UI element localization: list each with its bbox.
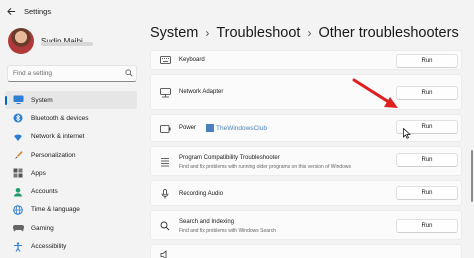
bluetooth-icon [12, 112, 24, 124]
watermark-logo-icon [206, 124, 214, 132]
wifi-icon [12, 131, 24, 143]
sidebar: Sudip Majhi Find a setting System Blueto… [0, 22, 142, 258]
apps-icon [12, 167, 24, 179]
sidebar-item-system[interactable]: System [5, 91, 137, 110]
sidebar-item-label: Bluetooth & devices [31, 114, 89, 122]
keyboard-icon [159, 54, 171, 66]
sidebar-item-label: Gaming [31, 224, 54, 232]
page-title: Other troubleshooters [318, 25, 459, 41]
microphone-icon [159, 188, 171, 200]
breadcrumb-system[interactable]: System [150, 25, 198, 41]
troubleshooter-row-keyboard: Keyboard Run [150, 50, 462, 70]
troubleshooter-title: Search and Indexing [179, 219, 235, 225]
scrollbar[interactable] [471, 150, 473, 202]
speaker-icon [159, 249, 171, 258]
list-icon [159, 156, 171, 168]
sidebar-item-accounts[interactable]: Accounts [5, 182, 137, 200]
sidebar-item-label: Accounts [31, 188, 58, 196]
network-adapter-icon [159, 87, 171, 99]
nav-list: System Bluetooth & devices Network & int… [5, 91, 137, 256]
run-search-indexing-button[interactable]: Run [396, 219, 458, 233]
chevron-right-icon: › [205, 26, 210, 40]
troubleshooter-title: Program Compatibility Troubleshooter [179, 155, 280, 161]
troubleshooter-title: Network Adapter [179, 89, 224, 95]
sidebar-item-accessibility[interactable]: Accessibility [5, 237, 137, 255]
run-recording-audio-button[interactable]: Run [396, 186, 458, 200]
troubleshooter-row-program-compatibility: Program Compatibility Troubleshooter Fin… [150, 146, 462, 176]
sidebar-item-label: Personalization [31, 151, 76, 159]
title-bar: Settings [0, 0, 474, 22]
monitor-icon [12, 94, 24, 106]
sidebar-item-bluetooth[interactable]: Bluetooth & devices [5, 109, 137, 127]
person-icon [12, 186, 24, 198]
search-placeholder: Find a setting [13, 70, 53, 77]
watermark-text: TheWindowsClub [216, 124, 267, 132]
breadcrumb-troubleshoot[interactable]: Troubleshoot [216, 25, 300, 41]
chevron-right-icon: › [307, 26, 312, 40]
sidebar-item-label: Time & language [31, 206, 80, 214]
back-arrow-icon[interactable] [0, 0, 22, 22]
search-input[interactable]: Find a setting [7, 65, 137, 82]
sidebar-item-label: System [31, 96, 53, 104]
sidebar-item-gaming[interactable]: Gaming [5, 219, 137, 237]
troubleshooter-title: Recording Audio [179, 191, 224, 197]
sidebar-item-network[interactable]: Network & internet [5, 128, 137, 146]
gamepad-icon [12, 222, 24, 234]
watermark: TheWindowsClub [206, 124, 267, 132]
troubleshooter-row-recording-audio: Recording Audio Run [150, 180, 462, 206]
run-program-compatibility-button[interactable]: Run [396, 153, 458, 167]
troubleshooter-description: Find and fix problems with Windows Searc… [179, 228, 276, 234]
troubleshooter-description: Find and fix problems with running older… [179, 164, 352, 170]
window-title: Settings [24, 6, 52, 16]
user-profile[interactable]: Sudip Majhi [8, 28, 83, 54]
search-icon [159, 220, 171, 232]
run-keyboard-button[interactable]: Run [396, 54, 458, 68]
power-icon [159, 123, 171, 135]
sidebar-item-label: Accessibility [31, 243, 67, 251]
globe-icon [12, 204, 24, 216]
troubleshooter-row-partial [150, 244, 462, 258]
sidebar-item-time-language[interactable]: Time & language [5, 201, 137, 219]
sidebar-item-label: Network & internet [31, 133, 85, 141]
search-icon [122, 68, 136, 79]
breadcrumb: System › Troubleshoot › Other troublesho… [150, 25, 459, 41]
troubleshooter-title: Power [179, 125, 197, 131]
troubleshooter-row-search-indexing: Search and Indexing Find and fix problem… [150, 210, 462, 240]
avatar [8, 28, 34, 54]
mouse-cursor-icon [403, 128, 411, 139]
sidebar-item-label: Apps [31, 169, 46, 177]
sidebar-item-personalization[interactable]: Personalization [5, 146, 137, 164]
user-email-redacted [41, 42, 93, 46]
troubleshooter-title: Keyboard [179, 57, 205, 63]
accessibility-icon [12, 241, 24, 253]
sidebar-item-apps[interactable]: Apps [5, 164, 137, 182]
brush-icon [12, 149, 24, 161]
